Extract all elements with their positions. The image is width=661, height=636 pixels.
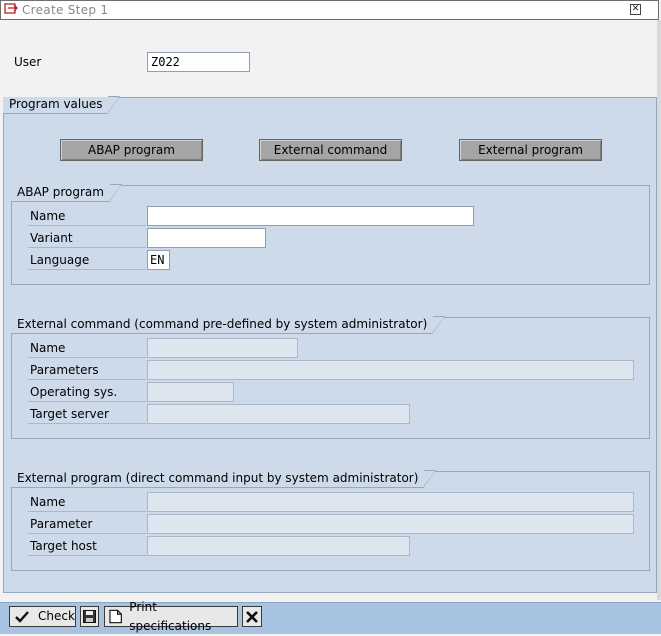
- ext-command-tab: External command (command pre-defined by…: [11, 316, 446, 334]
- abap-name-field[interactable]: [147, 206, 474, 226]
- ext-program-name-label: Name: [28, 492, 146, 512]
- window-title: Create Step 1: [22, 3, 109, 17]
- ext-command-os-label: Operating sys.: [28, 382, 146, 402]
- abap-language-field[interactable]: EN: [147, 250, 170, 270]
- ext-command-name-label: Name: [28, 338, 146, 358]
- cancel-icon: [246, 610, 258, 623]
- program-values-title: Program values: [3, 96, 122, 114]
- ext-command-server-field[interactable]: [147, 404, 410, 424]
- create-step-icon: [4, 3, 18, 14]
- abap-variant-field[interactable]: [147, 228, 266, 248]
- external-command-button[interactable]: External command: [259, 139, 402, 161]
- close-button[interactable]: ✕: [630, 4, 641, 15]
- ext-program-tab: External program (direct command input b…: [11, 470, 437, 488]
- abap-group-tab: ABAP program: [11, 184, 122, 202]
- ext-command-server-label: Target server: [28, 404, 146, 424]
- save-button[interactable]: [80, 606, 99, 627]
- save-icon: [83, 610, 96, 623]
- user-field[interactable]: Z022: [147, 52, 250, 72]
- ext-program-name-field[interactable]: [147, 492, 634, 512]
- abap-language-label: Language: [28, 250, 146, 270]
- ext-command-os-field[interactable]: [147, 382, 234, 402]
- abap-group-title: ABAP program: [11, 184, 122, 202]
- abap-program-button[interactable]: ABAP program: [60, 139, 203, 161]
- print-specifications-button[interactable]: Print specifications: [104, 600, 238, 633]
- check-label: Check: [38, 609, 75, 623]
- window-edge: [657, 20, 661, 600]
- ext-program-host-field[interactable]: [147, 536, 410, 556]
- user-label: User: [14, 55, 42, 69]
- cancel-button[interactable]: [242, 606, 262, 627]
- ext-command-title: External command (command pre-defined by…: [11, 316, 446, 334]
- print-specifications-label: Print specifications: [129, 599, 212, 633]
- abap-variant-label: Variant: [28, 228, 146, 248]
- ext-program-title: External program (direct command input b…: [11, 470, 437, 488]
- ext-program-parameter-field[interactable]: [147, 514, 634, 534]
- ext-program-parameter-label: Parameter: [28, 514, 146, 534]
- ext-program-host-label: Target host: [28, 536, 146, 556]
- abap-name-label: Name: [28, 206, 146, 226]
- print-icon: [109, 609, 122, 624]
- ext-command-parameters-label: Parameters: [28, 360, 146, 380]
- check-icon: [15, 610, 29, 623]
- external-program-button[interactable]: External program: [459, 139, 602, 161]
- check-button[interactable]: Check: [9, 606, 76, 627]
- ext-command-parameters-field[interactable]: [147, 360, 634, 380]
- ext-command-name-field[interactable]: [147, 338, 298, 358]
- program-values-tab: Program values: [3, 96, 122, 114]
- bottom-toolbar: [0, 602, 661, 634]
